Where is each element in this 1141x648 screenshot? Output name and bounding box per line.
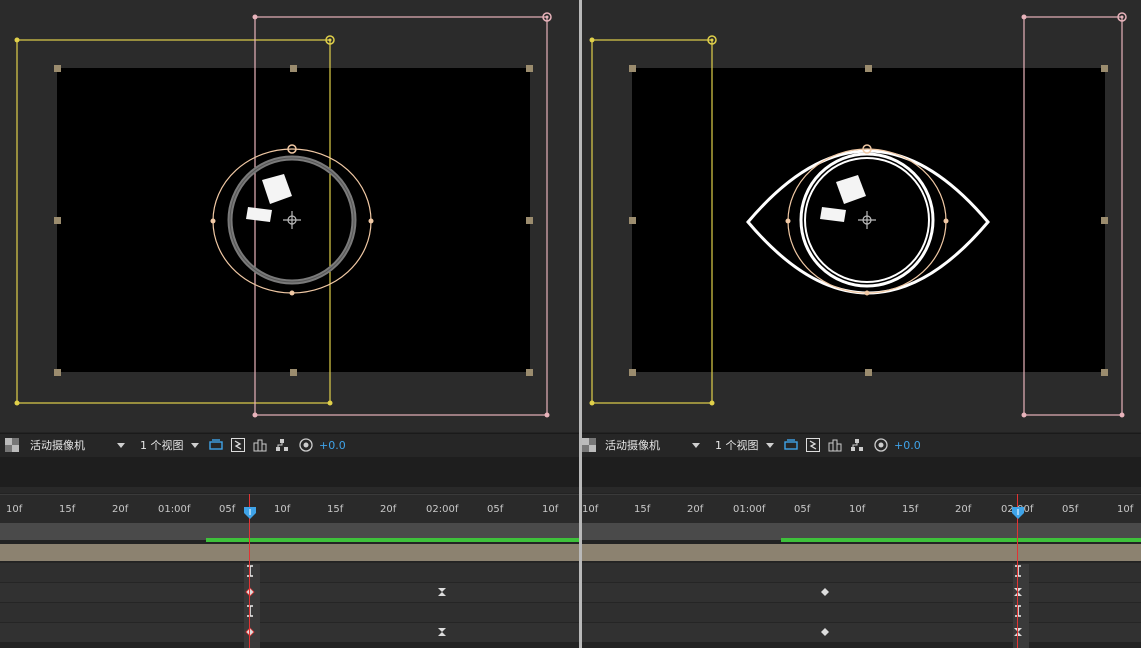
chevron-down-icon[interactable] — [766, 443, 774, 448]
ease-keyframe-icon[interactable] — [1013, 626, 1023, 638]
comp-viewer[interactable] — [582, 0, 1141, 432]
camera-select[interactable]: 活动摄像机 — [605, 438, 660, 453]
viewer-toolbar: 活动摄像机 1 个视图 +0.0 — [0, 433, 579, 457]
keyframe-diamond-icon[interactable] — [820, 586, 830, 598]
property-track — [0, 582, 579, 602]
snapshot-icon[interactable] — [850, 438, 864, 452]
timeline-header — [582, 457, 1141, 487]
ruler-tick: 05f — [219, 504, 236, 515]
keyframe-diamond-icon[interactable] — [245, 586, 255, 598]
ruler-tick: 20f — [112, 504, 129, 515]
exposure-value[interactable]: +0.0 — [319, 438, 346, 453]
ruler-tick: 01:00f — [158, 504, 191, 515]
comp-canvas — [14, 12, 552, 418]
cti-handle-icon[interactable] — [244, 507, 256, 519]
property-track — [582, 582, 1141, 602]
ruler-tick: 05f — [1062, 504, 1079, 515]
timeline-navigator[interactable] — [0, 487, 579, 493]
views-select[interactable]: 1 个视图 — [715, 438, 759, 453]
exposure-value[interactable]: +0.0 — [894, 438, 921, 453]
keyframe-diamond-icon[interactable] — [245, 626, 255, 638]
ruler-tick: 05f — [487, 504, 504, 515]
time-ruler[interactable]: 10f 15f 20f 01:00f 05f 10f 15f 20f 02:00… — [0, 494, 579, 524]
property-track — [582, 622, 1141, 642]
ruler-tick: 20f — [955, 504, 972, 515]
cti-handle-icon[interactable] — [1012, 507, 1024, 519]
transparency-grid-icon[interactable] — [582, 438, 596, 452]
ruler-tick: 10f — [1117, 504, 1134, 515]
ruler-tick: 15f — [59, 504, 76, 515]
ruler-tick: 20f — [380, 504, 397, 515]
ruler-tick: 10f — [274, 504, 291, 515]
property-track — [0, 622, 579, 642]
ease-keyframe-icon[interactable] — [437, 586, 447, 598]
ruler-tick: 10f — [542, 504, 559, 515]
layer-duration-bar[interactable] — [0, 544, 579, 561]
property-track — [0, 602, 579, 622]
ruler-tick: 01:00f — [733, 504, 766, 515]
hold-keyframe-icon[interactable] — [1013, 565, 1023, 577]
timeline-navigator[interactable] — [582, 487, 1141, 493]
comp-canvas — [589, 12, 1127, 418]
ruler-tick: 15f — [902, 504, 919, 515]
snapshot-icon[interactable] — [275, 438, 289, 452]
property-track — [0, 562, 579, 582]
ruler-tick: 05f — [794, 504, 811, 515]
fast-preview-icon[interactable] — [784, 438, 798, 452]
viewer-toolbar: 活动摄像机 1 个视图 +0.0 — [582, 433, 1141, 457]
hold-keyframe-icon[interactable] — [1013, 605, 1023, 617]
comp-flowchart-icon[interactable] — [828, 438, 842, 452]
chevron-down-icon[interactable] — [191, 443, 199, 448]
comp-viewer[interactable] — [0, 0, 579, 432]
ruler-tick: 20f — [687, 504, 704, 515]
chevron-down-icon[interactable] — [117, 443, 125, 448]
layer-duration-bar[interactable] — [582, 544, 1141, 561]
timeline-header — [0, 457, 579, 487]
render-bar — [781, 538, 1141, 542]
keyframe-diamond-icon[interactable] — [820, 626, 830, 638]
hold-keyframe-icon[interactable] — [245, 565, 255, 577]
ease-keyframe-icon[interactable] — [1013, 586, 1023, 598]
views-select[interactable]: 1 个视图 — [140, 438, 184, 453]
left-comp-panel: 活动摄像机 1 个视图 +0.0 10f 15f 20f 01:00f 05f … — [0, 0, 579, 648]
ruler-tick: 10f — [582, 504, 599, 515]
ease-keyframe-icon[interactable] — [437, 626, 447, 638]
transparency-grid-icon[interactable] — [5, 438, 19, 452]
property-track — [582, 602, 1141, 622]
camera-select[interactable]: 活动摄像机 — [30, 438, 85, 453]
ruler-tick: 10f — [6, 504, 23, 515]
exposure-icon[interactable] — [299, 438, 313, 452]
ruler-tick: 15f — [634, 504, 651, 515]
time-ruler[interactable]: 10f 15f 20f 01:00f 05f 10f 15f 20f 02:00… — [582, 494, 1141, 524]
hold-keyframe-icon[interactable] — [245, 605, 255, 617]
fast-preview-icon[interactable] — [209, 438, 223, 452]
exposure-icon[interactable] — [874, 438, 888, 452]
right-comp-panel: 活动摄像机 1 个视图 +0.0 10f 15f 20f 01:00f 05f … — [582, 0, 1141, 648]
ruler-tick: 02:00f — [426, 504, 459, 515]
timeline-icon[interactable] — [231, 438, 245, 452]
property-track — [582, 562, 1141, 582]
ruler-tick: 10f — [849, 504, 866, 515]
comp-flowchart-icon[interactable] — [253, 438, 267, 452]
timeline-icon[interactable] — [806, 438, 820, 452]
render-bar — [206, 538, 579, 542]
chevron-down-icon[interactable] — [692, 443, 700, 448]
ruler-tick: 15f — [327, 504, 344, 515]
